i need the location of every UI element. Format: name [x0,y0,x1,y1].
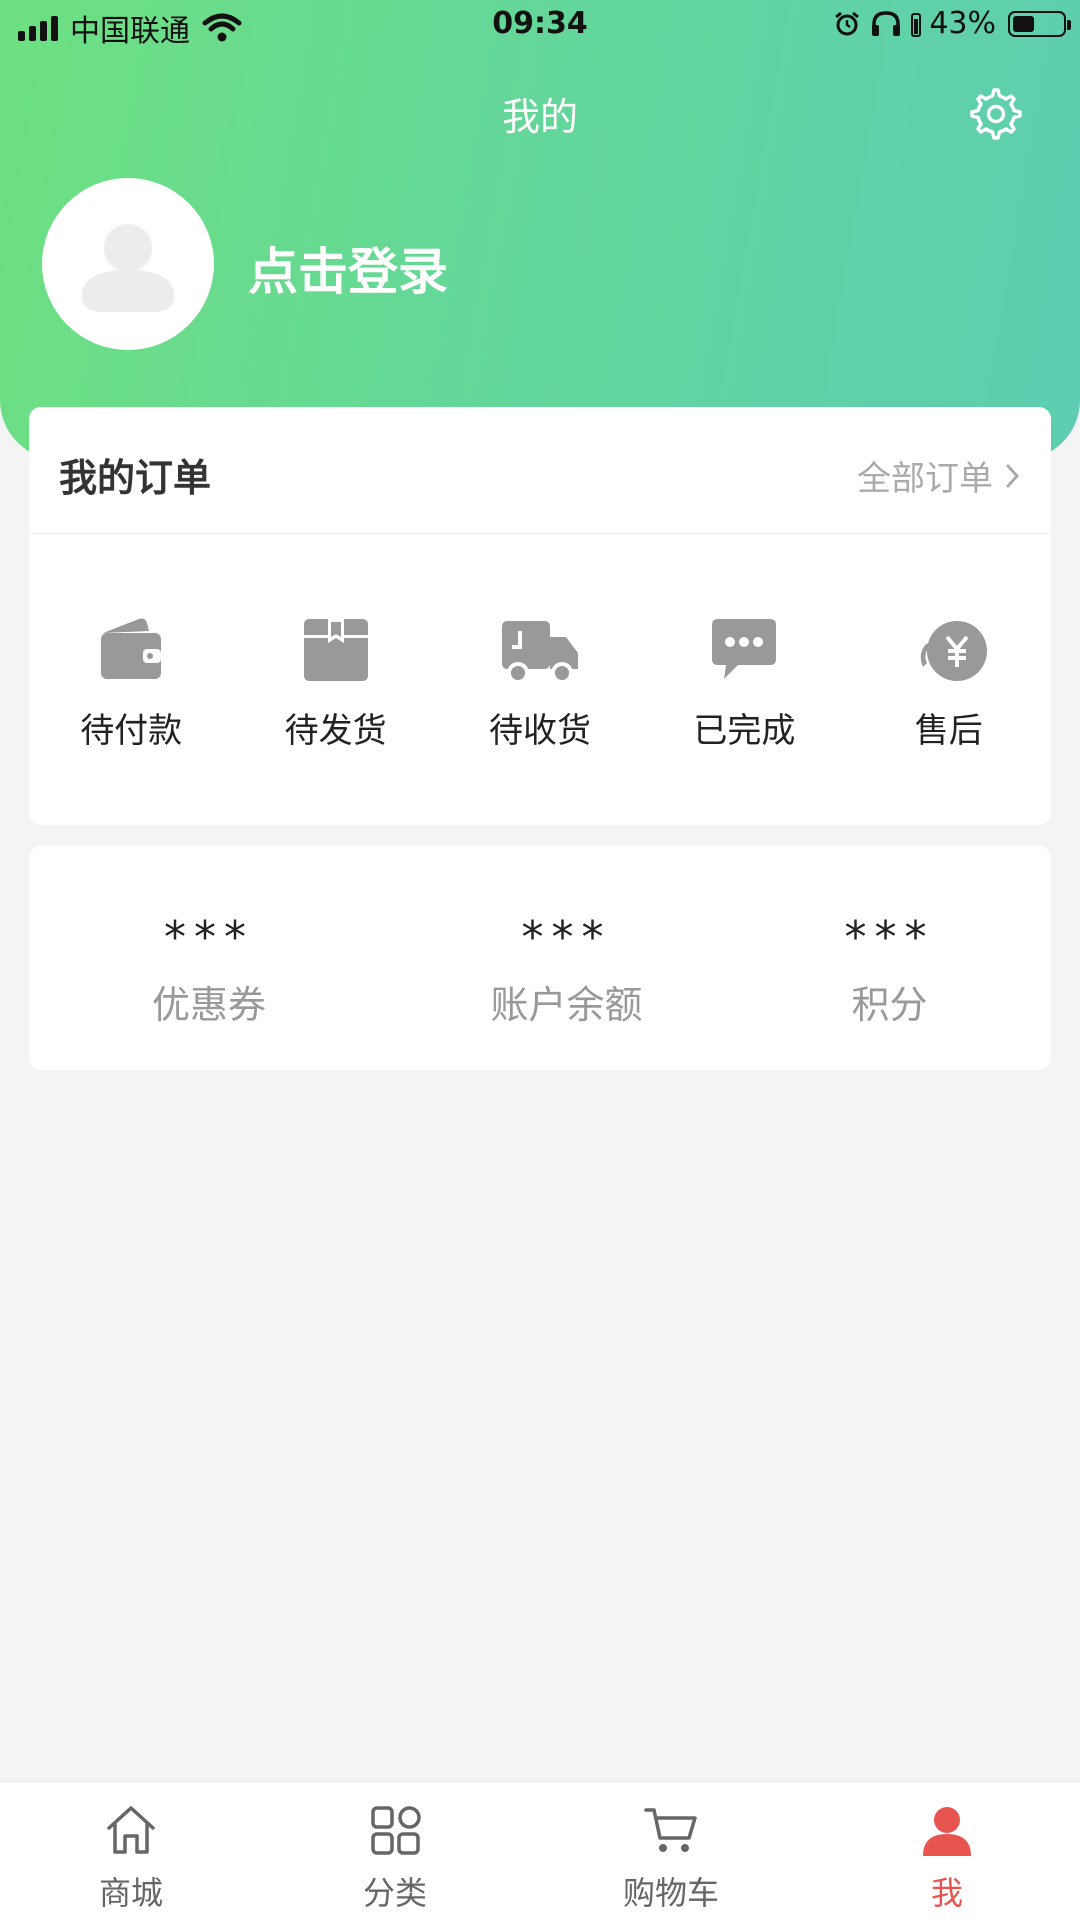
all-orders-link[interactable]: 全部订单 [857,451,1021,500]
tab-label: 我 [930,1874,963,1912]
stat-value: *** [164,912,254,963]
settings-gear-icon[interactable] [968,86,1024,142]
wallet-icon [101,618,162,679]
order-item-label: 售后 [914,711,983,751]
stat-coupons[interactable]: *** 优惠券 [29,846,405,1070]
stat-balance[interactable]: *** 账户余额 [405,846,728,1070]
order-after-sales[interactable]: 售后 [847,533,1051,825]
stat-label: 积分 [851,983,928,1027]
orders-card: 我的订单 全部订单 待付款 待发货 待收货 已完成 售后 [29,407,1051,825]
status-bar: 中国联通 09:34 43% [0,0,1080,54]
page-title: 我的 [501,95,578,139]
cart-icon [644,1808,697,1852]
orders-header: 我的订单 全部订单 [29,407,1051,534]
alarm-icon [835,11,860,35]
order-completed[interactable]: 已完成 [642,533,846,825]
chat-bubble-icon [712,619,777,679]
battery-percent: 43% [929,6,996,41]
stat-label: 优惠券 [151,983,266,1027]
order-item-label: 待付款 [80,711,183,751]
avatar[interactable] [42,178,214,350]
category-icon [371,1806,421,1855]
tab-category[interactable]: 分类 [305,1782,485,1920]
account-stats-card: *** 优惠券 *** 账户余额 *** 积分 [29,846,1051,1070]
all-orders-label: 全部订单 [857,459,993,499]
default-avatar-icon [82,224,174,312]
order-pending-shipment[interactable]: 待发货 [233,533,437,825]
order-item-label: 已完成 [693,711,796,751]
battery-icon [1008,10,1071,37]
chevron-right-icon [1006,464,1020,487]
tab-label: 购物车 [622,1874,719,1912]
order-pending-receipt[interactable]: 待收货 [438,533,642,825]
stat-label: 账户余额 [490,983,643,1027]
stat-value: *** [521,912,612,963]
tab-mall[interactable]: 商城 [41,1782,221,1920]
headphones-icon [872,10,901,36]
order-item-label: 待收货 [488,711,591,751]
stat-value: *** [844,912,935,963]
user-icon [923,1807,971,1856]
tab-cart[interactable]: 购物车 [581,1782,761,1920]
yen-coin-icon [920,621,987,681]
login-button[interactable]: 点击登录 [248,232,448,304]
truck-icon [501,621,578,684]
profile-header: 中国联通 09:34 43% 我的 点击登录 [0,0,1080,460]
order-item-label: 待发货 [284,711,387,751]
order-pending-payment[interactable]: 待付款 [29,533,233,825]
orders-title: 我的订单 [59,456,212,500]
box-icon [303,619,368,681]
home-icon [107,1806,155,1854]
tab-me[interactable]: 我 [857,1782,1037,1920]
battery-charging-icon [911,12,922,37]
tab-label: 分类 [362,1874,427,1912]
tab-label: 商城 [98,1874,163,1912]
stat-points[interactable]: *** 积分 [728,846,1051,1070]
bottom-tab-bar: 商城 分类 购物车 我 [0,1781,1080,1920]
